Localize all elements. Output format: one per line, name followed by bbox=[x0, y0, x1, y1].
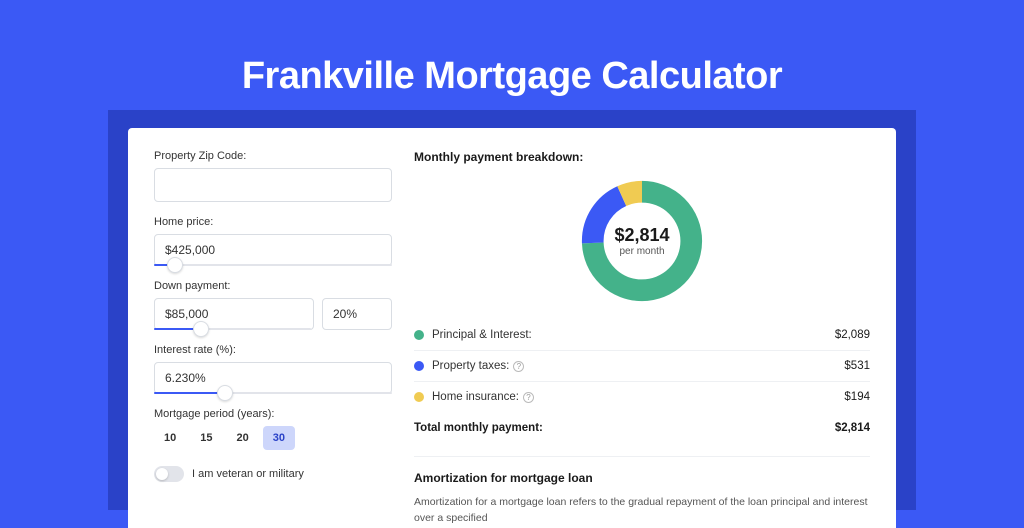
donut-area: $2,814 per month bbox=[414, 176, 870, 306]
amortization-body: Amortization for a mortgage loan refers … bbox=[414, 495, 870, 527]
legend-label: Home insurance:? bbox=[432, 391, 844, 403]
breakdown-title: Monthly payment breakdown: bbox=[414, 150, 870, 164]
legend-row: Property taxes:?$531 bbox=[414, 351, 870, 382]
info-icon[interactable]: ? bbox=[523, 392, 534, 403]
legend-value: $2,089 bbox=[835, 329, 870, 341]
interest-rate-input[interactable] bbox=[154, 362, 392, 394]
zip-field: Property Zip Code: bbox=[154, 150, 392, 202]
legend-value: $194 bbox=[844, 391, 870, 403]
inputs-panel: Property Zip Code: Home price: Down paym… bbox=[154, 150, 392, 528]
donut-value: $2,814 bbox=[614, 225, 669, 246]
legend-label: Property taxes:? bbox=[432, 360, 844, 372]
down-payment-field: Down payment: bbox=[154, 280, 392, 330]
legend-label: Principal & Interest: bbox=[432, 329, 835, 341]
veteran-toggle[interactable] bbox=[154, 466, 184, 482]
home-price-slider[interactable] bbox=[154, 264, 392, 266]
legend-value: $531 bbox=[844, 360, 870, 372]
period-option-15[interactable]: 15 bbox=[190, 426, 222, 450]
down-payment-label: Down payment: bbox=[154, 280, 392, 292]
down-payment-input[interactable] bbox=[154, 298, 314, 330]
down-payment-pct-input[interactable] bbox=[322, 298, 392, 330]
legend-dot bbox=[414, 392, 424, 402]
down-payment-slider[interactable] bbox=[154, 328, 311, 330]
calculator-card: Property Zip Code: Home price: Down paym… bbox=[128, 128, 896, 528]
legend-dot bbox=[414, 361, 424, 371]
legend-row: Principal & Interest:$2,089 bbox=[414, 320, 870, 351]
info-icon[interactable]: ? bbox=[513, 361, 524, 372]
zip-input[interactable] bbox=[154, 168, 392, 202]
period-option-30[interactable]: 30 bbox=[263, 426, 295, 450]
total-value: $2,814 bbox=[835, 422, 870, 434]
interest-rate-slider[interactable] bbox=[154, 392, 392, 394]
period-field: Mortgage period (years): 10152030 bbox=[154, 408, 392, 450]
donut-sublabel: per month bbox=[619, 246, 664, 257]
veteran-row: I am veteran or military bbox=[154, 466, 392, 482]
period-label: Mortgage period (years): bbox=[154, 408, 392, 420]
period-option-20[interactable]: 20 bbox=[227, 426, 259, 450]
page-title: Frankville Mortgage Calculator bbox=[0, 55, 1024, 98]
home-price-input[interactable] bbox=[154, 234, 392, 266]
zip-label: Property Zip Code: bbox=[154, 150, 392, 162]
legend-dot bbox=[414, 330, 424, 340]
interest-rate-label: Interest rate (%): bbox=[154, 344, 392, 356]
home-price-label: Home price: bbox=[154, 216, 392, 228]
amortization-title: Amortization for mortgage loan bbox=[414, 471, 870, 485]
period-option-10[interactable]: 10 bbox=[154, 426, 186, 450]
total-row: Total monthly payment: $2,814 bbox=[414, 412, 870, 448]
donut-chart: $2,814 per month bbox=[577, 176, 707, 306]
breakdown-panel: Monthly payment breakdown: $2,814 per mo… bbox=[414, 150, 870, 528]
veteran-label: I am veteran or military bbox=[192, 468, 304, 480]
total-label: Total monthly payment: bbox=[414, 422, 835, 434]
interest-rate-field: Interest rate (%): bbox=[154, 344, 392, 394]
home-price-field: Home price: bbox=[154, 216, 392, 266]
amortization-section: Amortization for mortgage loan Amortizat… bbox=[414, 456, 870, 527]
legend-row: Home insurance:?$194 bbox=[414, 382, 870, 412]
